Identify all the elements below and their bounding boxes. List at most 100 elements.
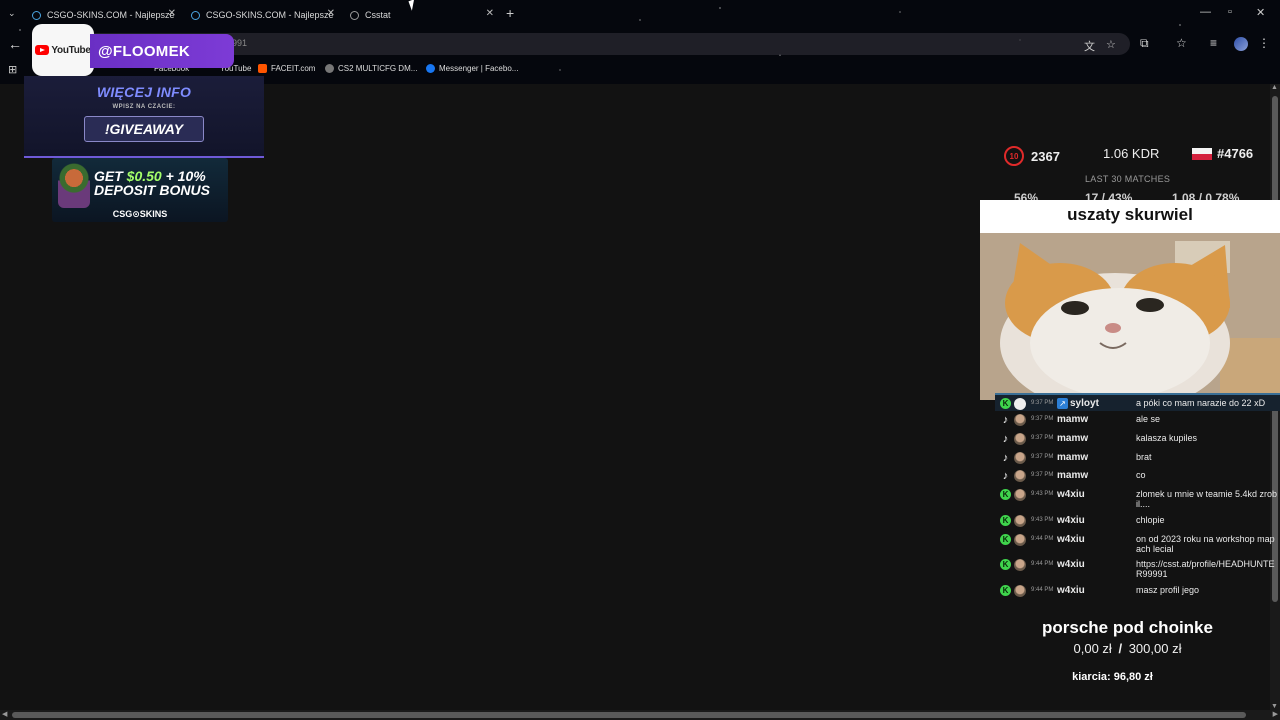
bookmark-faceit[interactable]: FACEIT.com	[258, 64, 315, 73]
youtube-handle: @FLOOMEK	[90, 34, 234, 68]
cat-picture	[980, 233, 1280, 400]
chat-text[interactable]: https://csst.at/profile/HEADHUNTER99991	[1136, 559, 1278, 579]
tab-title: CSGO-SKINS.COM - Najlepsze	[206, 10, 334, 20]
chat-username: syloyt	[1070, 398, 1099, 409]
tab-csstat[interactable]: Csstat ✕	[350, 5, 494, 25]
chat-username: w4xiu	[1057, 489, 1085, 500]
message-time: 9:37 PM	[1031, 454, 1054, 460]
scroll-left-arrow-icon[interactable]: ◀	[2, 710, 7, 718]
giveaway-info-panel: WIĘCEJ INFO WPISZ NA CZACIE: !GIVEAWAY	[24, 76, 264, 158]
user-avatar	[1014, 452, 1026, 464]
kick-icon: K	[1000, 398, 1011, 409]
chat-message: K 9:44 PM w4xiu masz profil jego	[995, 584, 1280, 602]
message-time: 9:44 PM	[1031, 587, 1054, 593]
user-avatar	[1014, 470, 1026, 482]
message-time: 9:37 PM	[1031, 400, 1054, 406]
bookmarks-star-icon[interactable]: ☆	[1176, 36, 1187, 50]
tiktok-icon: ♪	[1002, 432, 1009, 445]
bookmark-messenger[interactable]: Messenger | Facebo...	[426, 64, 518, 73]
tiktok-icon: ♪	[1002, 451, 1009, 464]
chat-username: mamw	[1057, 414, 1089, 425]
goal-separator: /	[1118, 641, 1123, 656]
chat-text: co	[1136, 470, 1146, 480]
poland-flag-icon	[1192, 147, 1212, 160]
rank-value: #4766	[1217, 146, 1254, 161]
youtube-logo-card: YouTube	[32, 24, 94, 76]
message-time: 9:44 PM	[1031, 561, 1054, 567]
chat-message: ♪ 9:37 PM mamw ale se	[995, 413, 1280, 431]
chat-message: ♪ 9:37 PM mamw brat	[995, 451, 1280, 469]
kick-icon: K	[1000, 515, 1011, 526]
tab-close-icon[interactable]: ✕	[168, 8, 176, 19]
scroll-down-arrow-icon[interactable]: ▼	[1271, 703, 1278, 710]
message-time: 9:43 PM	[1031, 491, 1054, 497]
chat-username: w4xiu	[1057, 515, 1085, 526]
facebook-icon	[426, 64, 435, 73]
subscriber-badge-icon: ↗	[1057, 398, 1068, 409]
youtube-logo: YouTube	[35, 45, 91, 56]
extensions-puzzle-icon[interactable]: ⧉	[1140, 36, 1149, 51]
tiktok-icon: ♪	[1002, 413, 1009, 426]
scroll-up-arrow-icon[interactable]: ▲	[1271, 84, 1278, 91]
tab-title: Csstat	[365, 10, 391, 20]
chat-message: K 9:44 PM w4xiu on od 2023 roku na works…	[995, 533, 1280, 557]
tab-close-icon[interactable]: ✕	[486, 8, 494, 19]
bookmark-star-icon[interactable]: ☆	[1106, 38, 1116, 51]
cs2-icon	[325, 64, 334, 73]
csgo-skins-favicon-icon	[32, 10, 41, 20]
chat-message: K 9:44 PM w4xiu https://csst.at/profile/…	[995, 558, 1280, 582]
more-menu-icon[interactable]: ⋮	[1258, 36, 1270, 50]
tab-csgo-skins-1[interactable]: CSGO-SKINS.COM - Najlepsze ✕	[32, 5, 176, 25]
horizontal-scrollbar[interactable]: ◀ ▶	[0, 710, 1280, 720]
message-time: 9:37 PM	[1031, 472, 1054, 478]
kdr-value: 1.06 KDR	[1103, 146, 1160, 161]
scrollbar-thumb[interactable]	[12, 712, 1246, 718]
user-avatar	[1014, 414, 1026, 426]
user-avatar	[1014, 489, 1026, 501]
chat-text: chlopie	[1136, 515, 1165, 525]
goal-title: porsche pod choinke	[1042, 618, 1213, 637]
chat-username: mamw	[1057, 452, 1089, 463]
translate-icon[interactable]: 文	[1084, 38, 1095, 54]
last-matches-label: LAST 30 MATCHES	[1085, 174, 1171, 184]
apps-grid-icon[interactable]: ⊞	[8, 63, 17, 76]
faceit-icon	[258, 64, 267, 73]
kick-icon: K	[1000, 585, 1011, 596]
bookmark-cs2-multicfg[interactable]: CS2 MULTICFG DM...	[325, 64, 417, 73]
elo-value: 2367	[1031, 148, 1060, 164]
tab-csgo-skins-2[interactable]: CSGO-SKINS.COM - Najlepsze ✕	[191, 5, 335, 25]
chat-text: zlomek u mnie w teamie 5.4kd zrobil....	[1136, 489, 1278, 509]
maximize-icon[interactable]: ▫	[1228, 6, 1232, 18]
scroll-right-arrow-icon[interactable]: ▶	[1273, 710, 1278, 718]
kick-icon: K	[1000, 489, 1011, 500]
close-window-icon[interactable]: ✕	[1256, 6, 1265, 19]
message-time: 9:44 PM	[1031, 536, 1054, 542]
minimize-icon[interactable]: —	[1200, 6, 1211, 18]
csgo-skins-brand: CSG⊙SKINS	[112, 209, 168, 219]
chat-username: mamw	[1057, 470, 1089, 481]
message-time: 9:43 PM	[1031, 517, 1054, 523]
user-avatar	[1014, 585, 1026, 597]
chat-message: ♪ 9:37 PM mamw kalasza kupiles	[995, 432, 1280, 450]
media-queue-icon[interactable]: ≡	[1210, 36, 1217, 50]
rank-stat: #4766	[1192, 146, 1253, 161]
profile-avatar[interactable]	[1234, 37, 1248, 51]
chat-username: mamw	[1057, 433, 1089, 444]
cat-image	[980, 233, 1280, 400]
chat-username: w4xiu	[1057, 585, 1085, 596]
message-time: 9:37 PM	[1031, 435, 1054, 441]
mascot-character-icon	[58, 162, 90, 208]
alert-widget: uszaty skurwiel	[980, 200, 1280, 400]
user-avatar	[1014, 433, 1026, 445]
tab-close-icon[interactable]: ✕	[327, 8, 335, 19]
tab-search-chevron-icon[interactable]: ⌄	[8, 8, 16, 19]
chat-text: ale se	[1136, 414, 1161, 424]
chat-message: K 9:37 PM ↗ syloyt a póki co mam narazie…	[995, 393, 1280, 411]
promo-subline: DEPOSIT BONUS	[94, 182, 210, 198]
chat-text: a póki co mam narazie do 22 xD	[1136, 398, 1266, 408]
info-subtitle: WPISZ NA CZACIE:	[112, 104, 176, 110]
new-tab-plus-icon[interactable]: +	[506, 5, 514, 21]
chat-text: kalasza kupiles	[1136, 433, 1198, 443]
back-arrow-icon[interactable]: ←	[8, 36, 22, 52]
tab-bar: ⌄ CSGO-SKINS.COM - Najlepsze ✕ CSGO-SKIN…	[0, 0, 1280, 28]
